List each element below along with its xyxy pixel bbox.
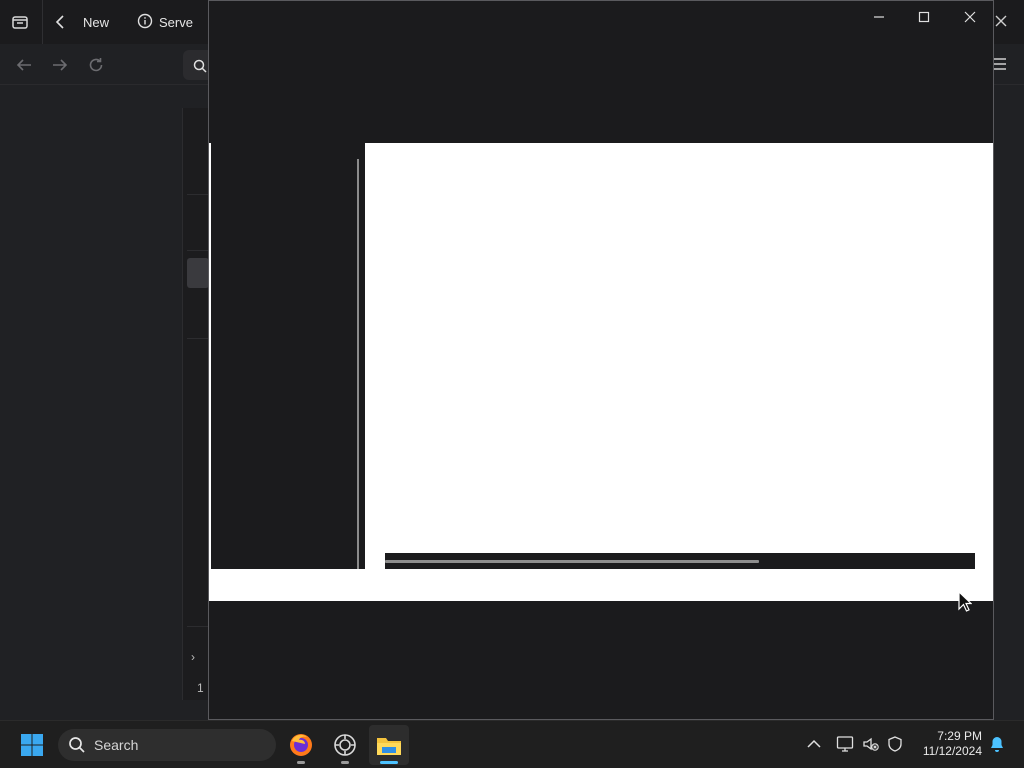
panel-selected-item[interactable] [187, 258, 209, 288]
panel-status-count: 1 [197, 681, 204, 695]
address-search-icon [193, 59, 207, 73]
volume-muted-icon[interactable] [860, 733, 882, 755]
clock-date: 11/12/2024 [922, 744, 982, 758]
network-app-taskbar-button[interactable] [325, 725, 365, 765]
search-placeholder: Search [94, 737, 139, 753]
folder-icon [377, 738, 401, 755]
window-content-area [209, 143, 993, 601]
firefox-icon [290, 734, 312, 756]
navigation-pane-scrollbar[interactable] [357, 159, 359, 569]
mouse-cursor-icon [958, 590, 973, 613]
tab-overview-icon[interactable] [8, 10, 32, 34]
running-indicator [297, 761, 305, 764]
info-icon [137, 13, 153, 29]
show-hidden-icons-chevron-icon[interactable] [803, 733, 825, 755]
minimize-icon[interactable] [857, 3, 901, 31]
window-bottom-area [209, 601, 993, 719]
expand-chevron-icon[interactable]: › [191, 650, 195, 664]
search-icon [69, 737, 85, 753]
window-title-area[interactable] [209, 1, 993, 143]
taskbar-search-box[interactable]: Search [58, 729, 276, 761]
notification-bell-icon[interactable] [986, 733, 1008, 755]
browser-close-icon[interactable] [992, 12, 1010, 30]
file-explorer-taskbar-button[interactable] [369, 725, 409, 765]
horizontal-scrollbar-thumb[interactable] [385, 560, 759, 563]
close-icon[interactable] [948, 3, 992, 31]
tab-new-label[interactable]: New [83, 15, 109, 30]
active-indicator [380, 761, 398, 764]
clock-time: 7:29 PM [937, 729, 982, 743]
security-shield-icon[interactable] [884, 733, 906, 755]
forward-arrow-icon[interactable] [49, 54, 71, 76]
tab-server-label[interactable]: Serve [159, 15, 199, 30]
taskbar: Search 7:29 PM 11/12/2024 [0, 720, 1024, 768]
tab-back-chevron-icon[interactable] [50, 10, 72, 34]
foreground-window [208, 0, 994, 720]
navigation-pane[interactable] [211, 143, 365, 569]
maximize-icon[interactable] [902, 3, 946, 31]
system-clock[interactable]: 7:29 PM 11/12/2024 [914, 729, 982, 759]
firefox-taskbar-button[interactable] [281, 725, 321, 765]
tab-divider [42, 0, 43, 44]
horizontal-scrollbar[interactable] [385, 553, 975, 569]
network-status-icon[interactable] [834, 733, 856, 755]
network-app-icon [334, 734, 356, 756]
back-arrow-icon[interactable] [13, 54, 35, 76]
windows-start-icon[interactable] [16, 731, 48, 759]
running-indicator [341, 761, 349, 764]
reload-icon[interactable] [85, 54, 107, 76]
